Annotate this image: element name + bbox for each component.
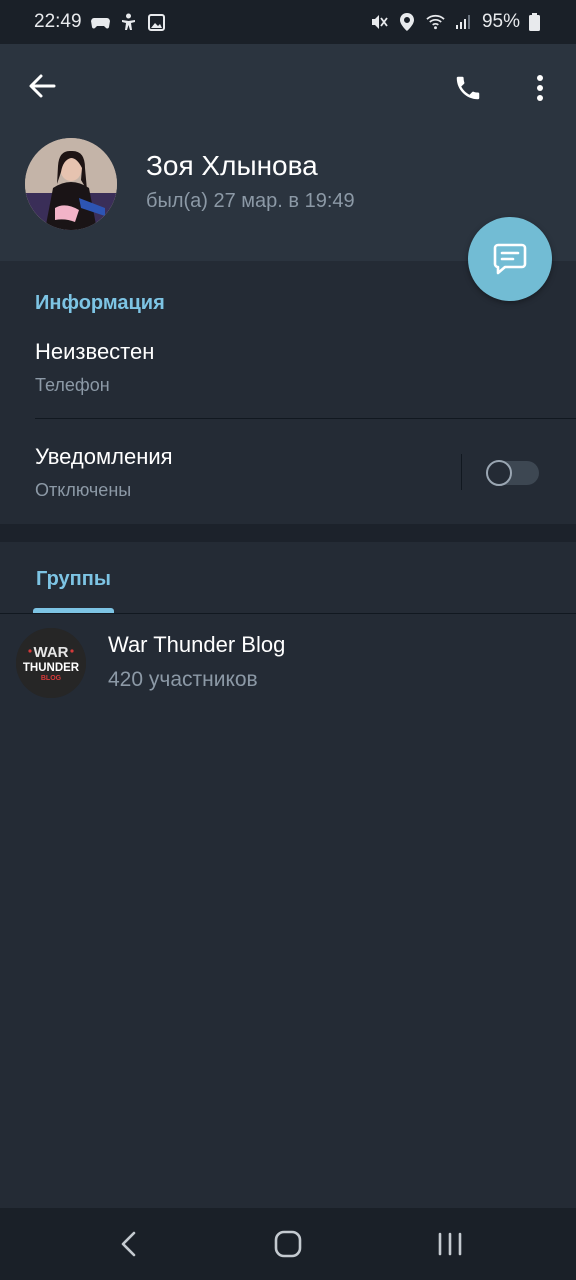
logo-word-2: THUNDER [23,662,80,674]
accessibility-icon [119,13,138,32]
group-name: War Thunder Blog [108,632,286,657]
back-nav-icon [121,1231,136,1257]
info-divider [35,418,576,419]
section-gap [0,524,576,542]
message-icon [493,243,527,275]
battery-icon [529,13,540,32]
logo-word-1: WAR [34,644,69,661]
back-button[interactable] [24,68,60,104]
last-seen-status: был(а) 27 мар. в 19:49 [146,190,355,212]
group-list-item[interactable]: WAR THUNDER BLOG War Thunder Blog 420 уч… [0,622,576,706]
notifications-title: Уведомления [35,444,173,469]
arrow-left-icon [29,74,56,98]
group-avatar: WAR THUNDER BLOG [16,628,86,698]
notifications-state: Отключены [35,480,132,500]
status-time: 22:49 [34,11,82,32]
phone-value: Неизвестен [35,339,155,364]
phone-icon [456,76,480,100]
status-bar: 22:49 95% [0,0,576,44]
nav-recents-button[interactable] [430,1226,470,1262]
more-options-button[interactable] [522,68,558,108]
tab-groups-label: Группы [36,568,111,590]
wifi-icon [426,13,445,32]
game-controller-icon [90,13,110,32]
group-members-count: 420 участников [108,668,258,691]
battery-percent: 95% [481,11,520,32]
mute-icon [370,13,389,32]
nav-back-button[interactable] [108,1226,148,1262]
profile-avatar[interactable] [25,138,117,230]
location-icon [398,13,417,32]
recents-nav-icon [438,1232,462,1256]
call-button[interactable] [448,68,488,108]
logo-word-3: BLOG [41,675,62,682]
home-nav-icon [274,1230,302,1258]
war-thunder-logo: WAR THUNDER BLOG [16,628,86,698]
tab-groups[interactable]: Группы [33,542,115,614]
info-section: Информация Неизвестен Телефон Уведомлени… [0,261,576,524]
nav-home-button[interactable] [268,1226,308,1262]
groups-section: Группы WAR THUNDER BLOG War Thunder Blog… [0,542,576,1208]
notifications-separator [461,454,462,490]
status-right: 95% [370,11,540,33]
system-nav-bar [0,1208,576,1280]
profile-photo [25,138,117,230]
info-section-title: Информация [35,292,165,314]
phone-label: Телефон [35,375,110,395]
send-message-button[interactable] [468,217,552,301]
gallery-icon [147,13,166,32]
status-left: 22:49 [34,11,166,33]
more-vertical-icon [537,75,543,101]
notifications-toggle[interactable] [486,460,539,486]
toggle-knob [486,460,512,486]
profile-name: Зоя Хлынова [146,150,318,181]
signal-icon [454,13,473,32]
tab-divider [0,613,576,614]
